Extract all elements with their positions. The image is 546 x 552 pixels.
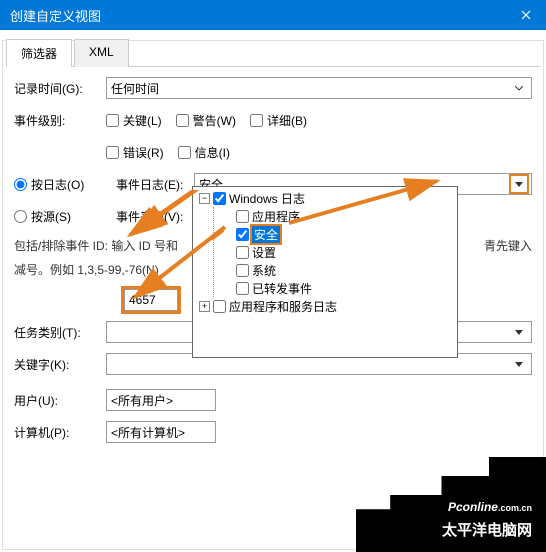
event-id-help1: 包括/排除事件 ID: 输入 ID 号和 [14, 237, 184, 255]
check-information[interactable]: 信息(I) [178, 144, 230, 161]
computer-input[interactable] [106, 421, 216, 443]
event-level-label: 事件级别: [14, 112, 106, 129]
watermark-line1: Pconline.com.cn [448, 498, 532, 516]
titlebar: 创建自定义视图 [0, 0, 546, 30]
computer-label: 计算机(P): [14, 424, 106, 441]
log-time-label: 记录时间(G): [14, 80, 106, 97]
task-category-label: 任务类别(T): [14, 324, 106, 341]
close-button[interactable] [506, 0, 546, 30]
window-title: 创建自定义视图 [10, 6, 101, 25]
chevron-down-icon [511, 324, 527, 340]
expand-icon[interactable]: + [199, 301, 210, 312]
collapse-icon[interactable]: − [199, 193, 210, 204]
tree-node-security[interactable]: 安全 [222, 225, 455, 243]
chevron-down-icon [511, 80, 527, 96]
keywords-label: 关键字(K): [14, 356, 106, 373]
check-warning[interactable]: 警告(W) [176, 112, 236, 129]
user-label: 用户(U): [14, 392, 106, 409]
watermark: Pconline.com.cn 太平洋电脑网 [346, 452, 546, 552]
tree-node-setup[interactable]: 设置 [222, 243, 455, 261]
event-id-help2: 减号。例如 1,3,5-99,-76(N) [14, 261, 184, 279]
tree-node-system[interactable]: 系统 [222, 261, 455, 279]
event-log-label: 事件日志(E): [116, 176, 194, 193]
close-icon [521, 10, 531, 20]
tree-check-system[interactable] [236, 264, 249, 277]
check-critical[interactable]: 关键(L) [106, 112, 162, 129]
tab-strip: 筛选器 XML [6, 38, 540, 67]
log-time-value: 任何时间 [111, 80, 159, 97]
radio-by-source[interactable]: 按源(S) [14, 208, 116, 225]
event-source-label: 事件来源(V): [116, 208, 194, 225]
tree-node-app-services[interactable]: + 应用程序和服务日志 [199, 297, 455, 315]
tree-check-setup[interactable] [236, 246, 249, 259]
tree-check-app-services[interactable] [213, 300, 226, 313]
event-id-input[interactable] [124, 289, 178, 311]
tree-node-windows-logs[interactable]: − Windows 日志 [199, 189, 455, 207]
dropdown-arrow-icon [511, 176, 527, 192]
log-tree: − Windows 日志 应用程序 安全 设置 [195, 189, 455, 315]
watermark-line2: 太平洋电脑网 [442, 519, 532, 540]
tab-filter[interactable]: 筛选器 [6, 39, 72, 67]
tab-xml[interactable]: XML [74, 39, 129, 67]
event-log-dropdown-panel: − Windows 日志 应用程序 安全 设置 [192, 186, 458, 358]
tree-node-forwarded[interactable]: 已转发事件 [222, 279, 455, 297]
tree-check-application[interactable] [236, 210, 249, 223]
check-error[interactable]: 错误(R) [106, 144, 164, 161]
tree-check-forwarded[interactable] [236, 282, 249, 295]
log-time-select[interactable]: 任何时间 [106, 77, 532, 99]
radio-by-log[interactable]: 按日志(O) [14, 176, 116, 193]
tree-node-application[interactable]: 应用程序 [222, 207, 455, 225]
check-verbose[interactable]: 详细(B) [250, 112, 307, 129]
tree-check-windows-logs[interactable] [213, 192, 226, 205]
user-input[interactable] [106, 389, 216, 411]
event-id-help-tail: 青先键入 [484, 239, 532, 253]
chevron-down-icon [511, 356, 527, 372]
tree-check-security[interactable] [236, 228, 249, 241]
